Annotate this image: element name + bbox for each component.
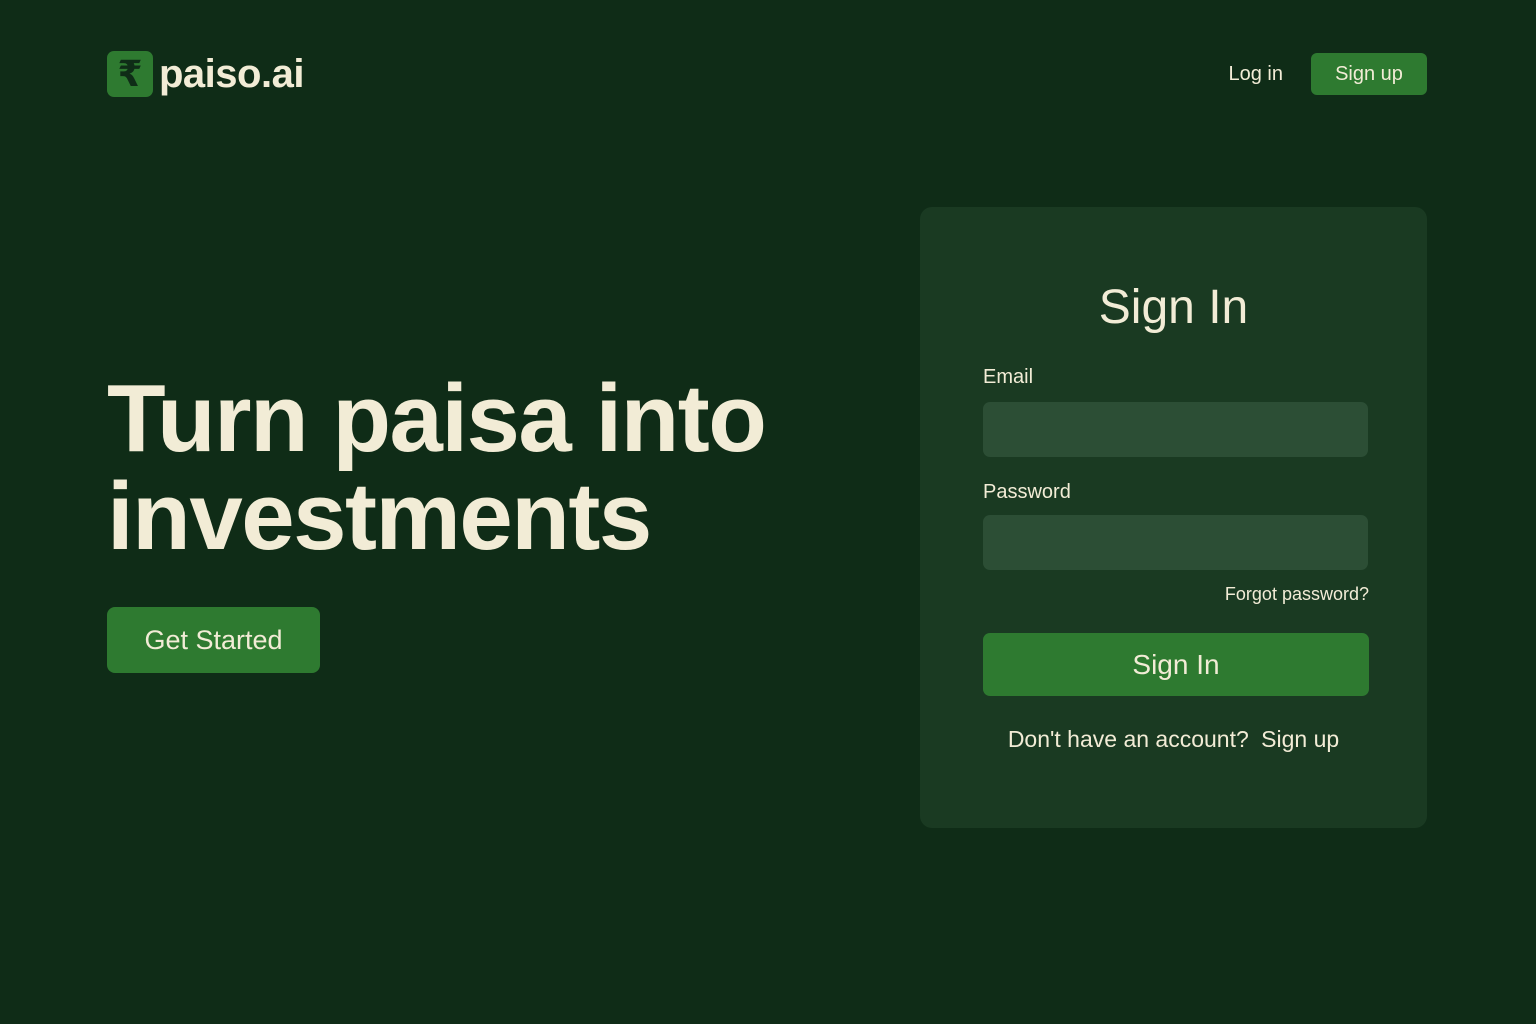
password-field[interactable] xyxy=(983,515,1368,570)
top-nav-bar: ₹ paiso.ai Log in Sign up xyxy=(107,51,1427,97)
get-started-button[interactable]: Get Started xyxy=(107,607,320,673)
hero-title: Turn paisa into investments xyxy=(107,365,767,570)
brand-logo[interactable]: ₹ paiso.ai xyxy=(107,51,304,97)
email-label: Email xyxy=(983,366,1034,388)
sign-in-card: Sign In Email Password Forgot password? … xyxy=(920,207,1427,828)
rupee-icon: ₹ xyxy=(107,51,153,97)
signup-link[interactable]: Sign up xyxy=(1261,726,1339,752)
login-link[interactable]: Log in xyxy=(1229,63,1284,86)
hero-section: Turn paisa into investments xyxy=(107,365,767,570)
header-actions: Log in Sign up xyxy=(1229,53,1427,95)
signup-prompt: Don't have an account? Sign up xyxy=(920,726,1427,753)
brand-name: paiso.ai xyxy=(159,51,304,96)
email-field[interactable] xyxy=(983,402,1368,457)
signup-button[interactable]: Sign up xyxy=(1311,53,1427,95)
hero-title-line-2: investments xyxy=(107,463,652,570)
hero-title-line-1: Turn paisa into xyxy=(107,365,767,472)
forgot-password-link[interactable]: Forgot password? xyxy=(1225,584,1369,605)
sign-in-title: Sign In xyxy=(1098,281,1249,334)
no-account-text: Don't have an account? xyxy=(1007,726,1249,752)
password-label: Password xyxy=(983,481,1071,503)
sign-in-button[interactable]: Sign In xyxy=(983,633,1369,696)
